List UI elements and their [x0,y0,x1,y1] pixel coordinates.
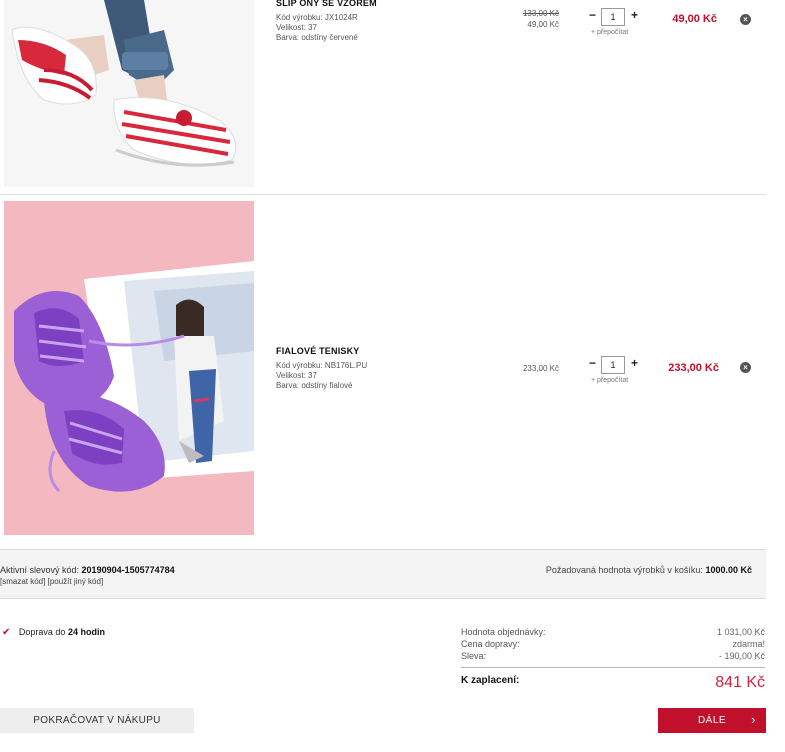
required-value-label: Požadovaná hodnota výrobků v košíku: [545,565,703,575]
shipping-label: Cena dopravy: [461,639,520,649]
coupon-links: [smazat kód] [použít jiný kód] [0,577,103,586]
unit-price-current: 233,00 Kč [522,364,559,373]
delivery-prefix: Doprava do [18,627,66,637]
summary-divider [461,667,765,668]
product-image-slip-ons[interactable] [4,0,254,187]
remove-item-icon[interactable]: × [740,362,751,373]
recalculate-link[interactable]: + přepočítat [591,377,628,384]
delivery-time: 24 hodin [67,627,105,637]
discount-value: - 190,00 Kč [718,651,765,661]
chevron-right-icon: › [751,712,756,727]
product-color: Barva: odstíny fialové [276,381,353,390]
continue-shopping-button[interactable]: POKRAČOVAT V NÁKUPU [0,708,194,733]
product-name[interactable]: FIALOVÉ TENISKY [276,346,360,356]
delivery-info: ✔ Doprava do 24 hodin [2,627,105,638]
product-size: Velikost: 37 [276,23,317,32]
recalculate-link[interactable]: + přepočítat [591,29,628,36]
item-total: 49,00 Kč [672,13,717,25]
required-value-amount: 1000.00 Kč [705,565,752,575]
use-other-coupon-link[interactable]: [použít jiný kód] [48,577,104,586]
required-value: Požadovaná hodnota výrobků v košíku: 100… [546,565,752,575]
product-name[interactable]: SLIP ONY SE VZOREM [276,0,377,8]
decrease-quantity-button[interactable]: − [589,8,596,22]
cart-item-2: FIALOVÉ TENISKY Kód výrobku: NB176L.PU V… [0,195,766,549]
quantity-stepper: − 1 + + přepočítat [586,356,642,386]
next-button-label: DÁLE [697,715,727,726]
increase-quantity-button[interactable]: + [631,356,638,370]
summary-shipping: Cena dopravy: zdarma! [461,639,765,651]
quantity-stepper: − 1 + + přepočítat [586,8,642,38]
product-meta: Kód výrobku: NB176L.PU Velikost: 37 Barv… [276,361,367,391]
discount-label: Sleva: [461,651,487,661]
purple-sneakers-illustration [4,201,254,535]
product-meta: Kód výrobku: JX1024R Velikost: 37 Barva:… [276,13,358,43]
summary-discount: Sleva: - 190,00 Kč [461,651,765,663]
order-value: 1 031,00 Kč [716,627,765,637]
slip-ons-illustration [4,0,254,187]
coupon-bar: Aktivní slevový kód: 20190904-1505774784… [0,549,766,599]
product-code: Kód výrobku: JX1024R [276,13,358,22]
unit-price: 233,00 Kč [499,363,559,374]
delete-coupon-link[interactable]: [smazat kód] [0,577,45,586]
product-image-purple-sneakers[interactable] [4,201,254,535]
unit-price-current: 49,00 Kč [527,20,559,29]
checkmark-icon: ✔ [2,627,11,638]
product-size: Velikost: 37 [276,371,317,380]
item-total: 233,00 Kč [668,362,719,374]
next-button[interactable]: DÁLE › [658,708,766,733]
quantity-input[interactable]: 1 [601,8,625,26]
decrease-quantity-button[interactable]: − [589,356,596,370]
product-code: Kód výrobku: NB176L.PU [276,361,368,370]
summary-order-value: Hodnota objednávky: 1 031,00 Kč [461,627,765,639]
total-label: K zaplacení: [461,675,520,686]
order-value-label: Hodnota objednávky: [461,627,546,637]
remove-item-icon[interactable]: × [740,14,751,25]
unit-price: 133,00 Kč 49,00 Kč [499,8,559,30]
coupon-code: 20190904-1505774784 [81,565,175,575]
quantity-input[interactable]: 1 [601,356,625,374]
active-coupon: Aktivní slevový kód: 20190904-1505774784 [0,565,175,575]
coupon-label: Aktivní slevový kód: [0,565,80,575]
cart-item-1: SLIP ONY SE VZOREM Kód výrobku: JX1024R … [0,0,766,195]
total-value: 841 Kč [715,674,765,691]
shipping-value: zdarma! [732,639,765,649]
unit-price-old: 133,00 Kč [522,9,559,18]
product-color: Barva: odstíny červené [276,33,358,42]
